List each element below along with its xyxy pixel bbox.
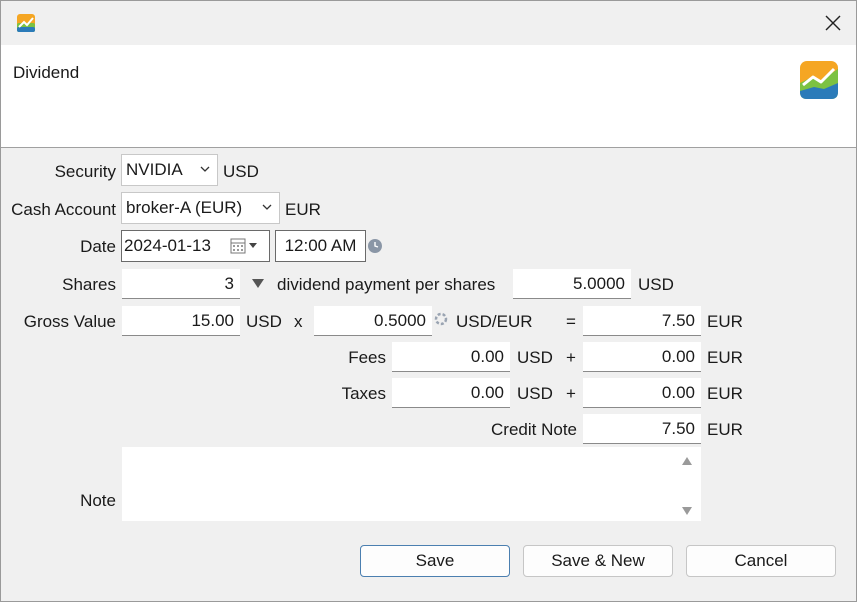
converted-gross-input[interactable]: 7.50 — [583, 306, 701, 336]
app-icon — [17, 14, 35, 32]
note-label: Note — [80, 491, 116, 510]
date-value: 2024-01-13 — [124, 236, 211, 255]
title-bar — [1, 1, 856, 45]
shares-input[interactable]: 3 — [122, 269, 240, 299]
cash-account-value: broker-A (EUR) — [126, 198, 243, 217]
per-share-label: dividend payment per shares — [277, 275, 496, 294]
equals-sign: = — [566, 312, 576, 331]
refresh-rate-icon[interactable] — [434, 312, 448, 326]
taxes-currency: USD — [517, 384, 553, 403]
fees-input[interactable]: 0.00 — [392, 342, 510, 372]
fees-plus-sign: + — [566, 348, 576, 367]
app-logo — [800, 61, 838, 99]
cash-account-currency: EUR — [285, 200, 321, 219]
date-label: Date — [80, 237, 116, 256]
cash-account-select[interactable]: broker-A (EUR) — [121, 192, 280, 224]
fees-label: Fees — [348, 348, 386, 367]
dialog-title: Dividend — [13, 63, 80, 82]
chevron-down-icon — [200, 166, 210, 172]
clock-icon[interactable] — [368, 239, 382, 253]
taxes-input[interactable]: 0.00 — [392, 378, 510, 408]
note-textarea[interactable] — [122, 447, 701, 521]
close-button[interactable] — [810, 1, 856, 45]
time-value: 12:00 AM — [284, 236, 357, 255]
credit-note-label: Credit Note — [491, 420, 577, 439]
gross-value-label: Gross Value — [23, 312, 116, 331]
taxes-converted-input[interactable]: 0.00 — [583, 378, 701, 408]
dividend-dialog: Dividend Security NVIDIA USD Cash Accoun… — [0, 0, 857, 602]
exchange-rate-input[interactable]: 0.5000 — [314, 306, 432, 336]
close-icon — [825, 15, 841, 31]
security-currency: USD — [223, 162, 259, 181]
security-select[interactable]: NVIDIA — [121, 154, 218, 186]
time-input[interactable]: 12:00 AM — [275, 230, 366, 262]
fees-converted-input[interactable]: 0.00 — [583, 342, 701, 372]
chevron-down-icon — [262, 204, 272, 210]
dialog-header: Dividend — [1, 45, 856, 148]
toggle-down-icon[interactable] — [252, 279, 264, 289]
per-share-input[interactable]: 5.0000 — [513, 269, 631, 299]
scroll-up-icon[interactable] — [681, 456, 693, 466]
shares-label: Shares — [62, 275, 116, 294]
fees-converted-currency: EUR — [707, 348, 743, 367]
converted-gross-currency: EUR — [707, 312, 743, 331]
gross-value-currency: USD — [246, 312, 282, 331]
exchange-rate-unit: USD/EUR — [456, 312, 533, 331]
scroll-down-icon[interactable] — [681, 506, 693, 516]
credit-note-currency: EUR — [707, 420, 743, 439]
cash-account-label: Cash Account — [11, 200, 116, 219]
taxes-plus-sign: + — [566, 384, 576, 403]
save-and-new-button[interactable]: Save & New — [523, 545, 673, 577]
per-share-currency: USD — [638, 275, 674, 294]
credit-note-input[interactable]: 7.50 — [583, 414, 701, 444]
calendar-icon[interactable] — [230, 238, 262, 254]
date-picker[interactable]: 2024-01-13 — [121, 230, 270, 262]
multiply-sign: x — [294, 312, 303, 331]
security-value: NVIDIA — [126, 160, 183, 179]
save-button[interactable]: Save — [360, 545, 510, 577]
fees-currency: USD — [517, 348, 553, 367]
cancel-button[interactable]: Cancel — [686, 545, 836, 577]
security-label: Security — [54, 162, 116, 181]
taxes-label: Taxes — [341, 384, 386, 403]
gross-value-input[interactable]: 15.00 — [122, 306, 240, 336]
taxes-converted-currency: EUR — [707, 384, 743, 403]
